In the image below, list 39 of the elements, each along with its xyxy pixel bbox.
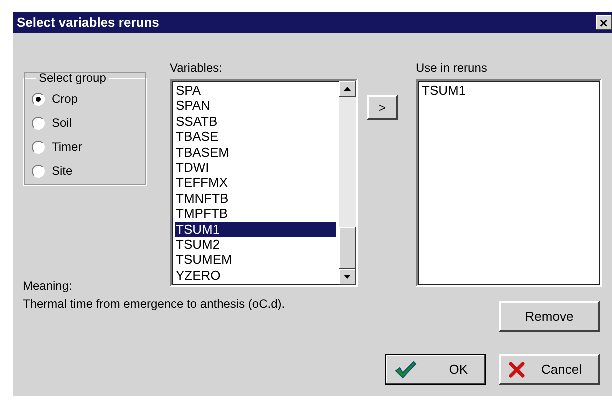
radio-label[interactable]: Site [52, 164, 73, 178]
meaning-text: Thermal time from emergence to anthesis (oC.d). [23, 297, 286, 313]
list-item[interactable]: SPA [175, 83, 336, 98]
scrollbar[interactable] [339, 81, 356, 285]
radio-button[interactable] [32, 140, 45, 154]
radio-label[interactable]: Crop [52, 92, 78, 106]
meaning-label: Meaning: [23, 279, 74, 293]
list-item[interactable]: TBASE [175, 129, 336, 145]
list-item[interactable]: SPAN [175, 98, 336, 114]
list-item[interactable]: TMNFTB [175, 190, 336, 206]
radio-button[interactable] [32, 92, 45, 106]
radio-label[interactable]: Soil [52, 116, 72, 130]
list-item[interactable]: TMPFTB [175, 206, 336, 222]
list-item[interactable]: TEFFMX [175, 175, 336, 191]
cancel-button[interactable]: Cancel [499, 354, 600, 385]
radio-label[interactable]: Timer [52, 140, 82, 154]
list-item[interactable]: YZERO [175, 268, 336, 284]
add-button[interactable]: > [367, 95, 398, 120]
list-item[interactable]: TBASEM [175, 144, 336, 160]
scroll-thumb[interactable] [339, 227, 356, 269]
reruns-label: Use in reruns [416, 61, 488, 75]
list-item[interactable]: TSUMEM [175, 252, 336, 268]
remove-button[interactable]: Remove [499, 301, 600, 332]
list-item[interactable]: TSUM1 [175, 222, 336, 238]
list-item[interactable]: TDWI [175, 160, 336, 176]
list-item[interactable]: SSATB [175, 114, 336, 130]
radio-button[interactable] [32, 164, 45, 178]
group-title: Select group [38, 71, 108, 85]
down-arrow-icon[interactable] [344, 275, 351, 279]
list-item[interactable]: TSUM1 [421, 83, 597, 98]
up-arrow-icon[interactable] [344, 87, 351, 91]
close-button[interactable]: × [596, 15, 612, 30]
window-title: Select variables reruns [17, 15, 160, 30]
x-icon [509, 362, 525, 378]
check-icon [395, 360, 417, 378]
radio-button[interactable] [32, 116, 45, 130]
ok-button[interactable]: OK [385, 354, 486, 385]
variables-label: Variables: [170, 61, 224, 75]
list-item[interactable]: TSUM2 [175, 237, 336, 252]
